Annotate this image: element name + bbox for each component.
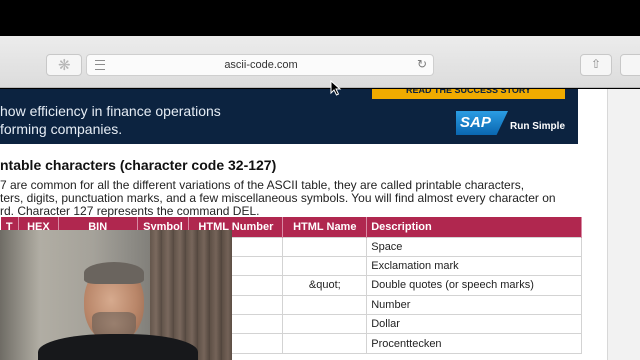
ad-headline-line-1: how efficiency in finance operations (0, 103, 221, 119)
toolbar-row: ❋ ascii-code.com ↻ ⇧ (0, 54, 640, 82)
tabs-button[interactable] (620, 54, 640, 76)
share-button[interactable]: ⇧ (580, 54, 612, 76)
cell-html-name (282, 255, 368, 277)
cell-description: Exclamation mark (366, 255, 582, 277)
cell-html-name (282, 294, 368, 316)
section-paragraph-line-1: 7 are common for all the different varia… (0, 178, 525, 192)
url-text[interactable]: ascii-code.com (87, 59, 435, 71)
page-margin (607, 89, 640, 360)
share-icon: ⇧ (591, 57, 602, 71)
cell-description: Double quotes (or speech marks) (366, 275, 582, 296)
webcam-shadow (0, 230, 40, 360)
ad-banner[interactable]: READ THE SUCCESS STORY how efficiency in… (0, 89, 578, 144)
cell-description: Procenttecken (366, 333, 582, 354)
ad-cta-button[interactable]: READ THE SUCCESS STORY (372, 89, 565, 99)
browser-toolbar: ❋ ascii-code.com ↻ ⇧ (0, 36, 640, 88)
column-header-html-name: HTML Name (282, 217, 368, 237)
cell-html-name (282, 314, 368, 335)
cell-html-name (282, 236, 368, 257)
screen: ❋ ascii-code.com ↻ ⇧ READ THE SUCCESS ST… (0, 0, 640, 360)
cell-description: Dollar (366, 314, 582, 335)
address-bar[interactable]: ascii-code.com ↻ (86, 54, 434, 76)
extension-button[interactable]: ❋ (46, 54, 82, 76)
ad-tagline: Run Simple (510, 121, 566, 132)
presenter-hair (84, 262, 144, 284)
cell-html-name: &quot; (282, 275, 368, 296)
column-header-description: Description (366, 217, 582, 237)
webcam-overlay (0, 230, 232, 360)
sap-logo: SAP (456, 111, 508, 135)
cell-description: Space (366, 236, 582, 257)
cell-description: Number (366, 294, 582, 316)
presenter-body (38, 334, 198, 360)
sap-logo-text: SAP (460, 114, 491, 131)
pointer-cursor-icon (330, 80, 342, 96)
ad-headline-line-2: forming companies. (0, 121, 123, 137)
puzzle-icon: ❋ (58, 56, 71, 74)
section-paragraph-line-3: rd. Character 127 represents the command… (0, 204, 260, 218)
reload-icon[interactable]: ↻ (417, 57, 427, 71)
section-title: ntable characters (character code 32-127… (0, 157, 277, 173)
cell-html-name (282, 333, 368, 354)
section-paragraph-line-2: ters, digits, punctuation marks, and a f… (0, 191, 556, 205)
